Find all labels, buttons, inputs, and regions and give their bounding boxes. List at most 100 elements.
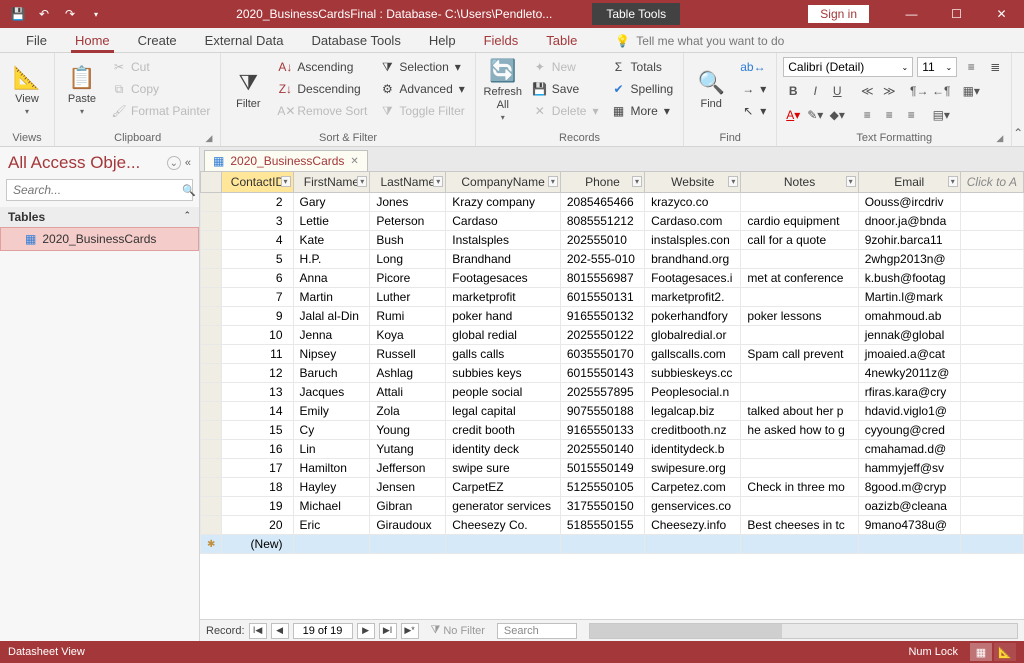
cell[interactable]: legalcap.biz <box>645 402 741 421</box>
cell[interactable]: Lin <box>293 440 370 459</box>
cell[interactable]: CarpetEZ <box>446 478 561 497</box>
cell[interactable]: marketprofit2. <box>645 288 741 307</box>
cell[interactable]: people social <box>446 383 561 402</box>
tab-database-tools[interactable]: Database Tools <box>297 29 414 52</box>
cell[interactable]: Kate <box>293 231 370 250</box>
next-record-button[interactable]: ▶ <box>357 623 375 639</box>
cell[interactable]: identitydeck.b <box>645 440 741 459</box>
row-selector[interactable] <box>201 345 222 364</box>
cell[interactable]: call for a quote <box>741 231 858 250</box>
new-record-button[interactable]: ✦New <box>528 57 603 77</box>
cell[interactable] <box>960 497 1023 516</box>
row-selector[interactable] <box>201 231 222 250</box>
cell[interactable]: Jacques <box>293 383 370 402</box>
undo-icon[interactable]: ↶ <box>32 3 56 25</box>
tab-file[interactable]: File <box>12 29 61 52</box>
cell[interactable]: 5185550155 <box>560 516 644 535</box>
cell[interactable]: Attali <box>370 383 446 402</box>
cell[interactable] <box>960 383 1023 402</box>
tab-table[interactable]: Table <box>532 29 591 52</box>
prev-record-button[interactable]: ◀ <box>271 623 289 639</box>
fill-color-button[interactable]: ◆▾ <box>827 105 847 125</box>
cell[interactable]: Cheesezy Co. <box>446 516 561 535</box>
table-row[interactable]: 15CyYoungcredit booth9165550133creditboo… <box>201 421 1024 440</box>
format-painter-button[interactable]: 🖌Format Painter <box>107 101 214 121</box>
cell[interactable]: Lettie <box>293 212 370 231</box>
nav-object-businesscards[interactable]: ▦ 2020_BusinessCards <box>0 227 199 251</box>
find-button[interactable]: 🔍Find <box>690 57 732 123</box>
cell[interactable]: 9165550133 <box>560 421 644 440</box>
row-selector-header[interactable] <box>201 172 222 193</box>
align-center-button[interactable]: ≡ <box>879 105 899 125</box>
row-selector[interactable] <box>201 516 222 535</box>
record-search[interactable]: Search <box>497 623 577 639</box>
cell[interactable]: creditbooth.nz <box>645 421 741 440</box>
cell[interactable] <box>960 193 1023 212</box>
record-position[interactable] <box>293 623 353 639</box>
cell[interactable]: 2whgp2013n@ <box>858 250 960 269</box>
cell[interactable]: 14 <box>222 402 293 421</box>
cell[interactable]: hdavid.viglo1@ <box>858 402 960 421</box>
column-header-email[interactable]: Email▾ <box>858 172 960 193</box>
row-selector[interactable] <box>201 402 222 421</box>
cell[interactable]: identity deck <box>446 440 561 459</box>
cell[interactable]: 4 <box>222 231 293 250</box>
cell[interactable]: Baruch <box>293 364 370 383</box>
cell[interactable]: Cardaso <box>446 212 561 231</box>
cell[interactable] <box>645 535 741 554</box>
table-row[interactable]: 11NipseyRussellgalls calls6035550170gall… <box>201 345 1024 364</box>
cell[interactable]: marketprofit <box>446 288 561 307</box>
cell[interactable] <box>370 535 446 554</box>
table-row[interactable]: 13JacquesAttalipeople social2025557895Pe… <box>201 383 1024 402</box>
cell[interactable]: jmoaied.a@cat <box>858 345 960 364</box>
cell[interactable] <box>960 459 1023 478</box>
cell[interactable]: 20 <box>222 516 293 535</box>
cell[interactable] <box>741 440 858 459</box>
tab-fields[interactable]: Fields <box>470 29 533 52</box>
cell[interactable]: cardio equipment <box>741 212 858 231</box>
cell[interactable]: 5 <box>222 250 293 269</box>
paste-button[interactable]: 📋Paste▾ <box>61 57 103 123</box>
datasheet-grid[interactable]: ContactID▾FirstName▾LastName▾CompanyName… <box>200 171 1024 619</box>
tab-create[interactable]: Create <box>124 29 191 52</box>
cell[interactable]: Nipsey <box>293 345 370 364</box>
indent-increase-icon[interactable]: ≫ <box>879 81 899 101</box>
click-to-add-column[interactable]: Click to A <box>960 172 1023 193</box>
indent-decrease-icon[interactable]: ≪ <box>857 81 877 101</box>
cell[interactable]: Cardaso.com <box>645 212 741 231</box>
selection-button[interactable]: ⧩Selection▾ <box>375 57 468 77</box>
cell[interactable]: Jalal al-Din <box>293 307 370 326</box>
cell[interactable]: Jones <box>370 193 446 212</box>
cell[interactable]: Hayley <box>293 478 370 497</box>
cell[interactable]: Footagesaces.i <box>645 269 741 288</box>
cell[interactable]: Jefferson <box>370 459 446 478</box>
cell[interactable]: Oouss@ircdriv <box>858 193 960 212</box>
cell[interactable]: Best cheeses in tc <box>741 516 858 535</box>
cell[interactable]: Picore <box>370 269 446 288</box>
cell[interactable]: 202555010 <box>560 231 644 250</box>
cell[interactable]: Zola <box>370 402 446 421</box>
cell[interactable]: k.bush@footag <box>858 269 960 288</box>
select-button[interactable]: ↖▾ <box>736 101 770 121</box>
cell[interactable]: Martin <box>293 288 370 307</box>
table-row[interactable]: 4KateBushInstalsples202555010instalsples… <box>201 231 1024 250</box>
row-selector[interactable] <box>201 497 222 516</box>
table-row[interactable]: 20EricGiraudouxCheesezy Co.5185550155Che… <box>201 516 1024 535</box>
cell[interactable]: 6035550170 <box>560 345 644 364</box>
nav-search[interactable]: 🔍 <box>6 179 193 201</box>
row-selector[interactable] <box>201 326 222 345</box>
cell[interactable]: subbies keys <box>446 364 561 383</box>
align-right-button[interactable]: ≡ <box>901 105 921 125</box>
nav-collapse-icon[interactable]: « <box>185 157 191 169</box>
column-dropdown-icon[interactable]: ▾ <box>728 176 738 187</box>
maximize-button[interactable]: ☐ <box>934 0 979 28</box>
cell[interactable]: dnoor.ja@bnda <box>858 212 960 231</box>
highlight-button[interactable]: ✎▾ <box>805 105 825 125</box>
cell[interactable]: 17 <box>222 459 293 478</box>
table-row[interactable]: 14EmilyZolalegal capital9075550188legalc… <box>201 402 1024 421</box>
cell[interactable]: hammyjeff@sv <box>858 459 960 478</box>
cell[interactable]: H.P. <box>293 250 370 269</box>
new-record-nav-button[interactable]: ▶* <box>401 623 419 639</box>
close-button[interactable]: ✕ <box>979 0 1024 28</box>
underline-button[interactable]: U <box>827 81 847 101</box>
